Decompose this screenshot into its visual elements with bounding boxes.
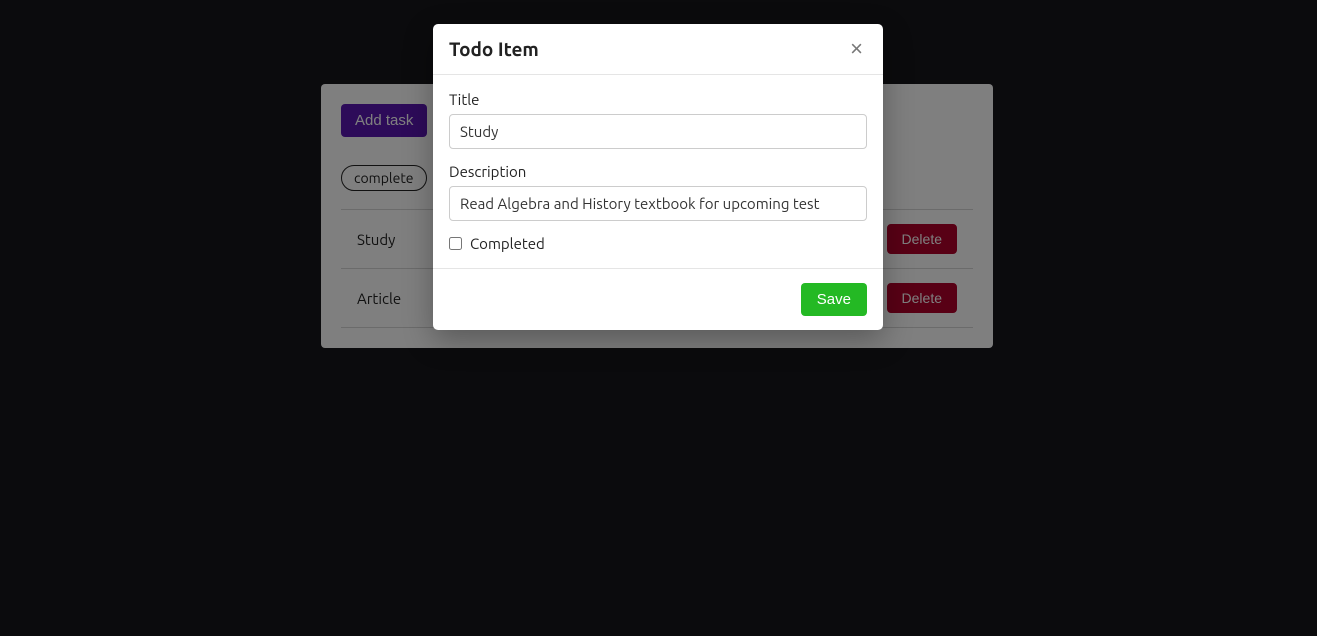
title-input[interactable] xyxy=(449,114,867,149)
title-form-group: Title xyxy=(449,91,867,149)
modal-title: Todo Item xyxy=(449,38,539,60)
modal-footer: Save xyxy=(433,268,883,330)
close-icon[interactable]: × xyxy=(846,38,867,60)
description-label: Description xyxy=(449,163,867,180)
description-form-group: Description xyxy=(449,163,867,221)
modal-body: Title Description Completed xyxy=(433,75,883,268)
todo-item-modal: Todo Item × Title Description Completed … xyxy=(433,24,883,330)
modal-header: Todo Item × xyxy=(433,24,883,75)
save-button[interactable]: Save xyxy=(801,283,867,316)
completed-form-check: Completed xyxy=(449,235,867,252)
description-input[interactable] xyxy=(449,186,867,221)
title-label: Title xyxy=(449,91,867,108)
completed-checkbox[interactable] xyxy=(449,237,462,250)
completed-label: Completed xyxy=(470,235,545,252)
